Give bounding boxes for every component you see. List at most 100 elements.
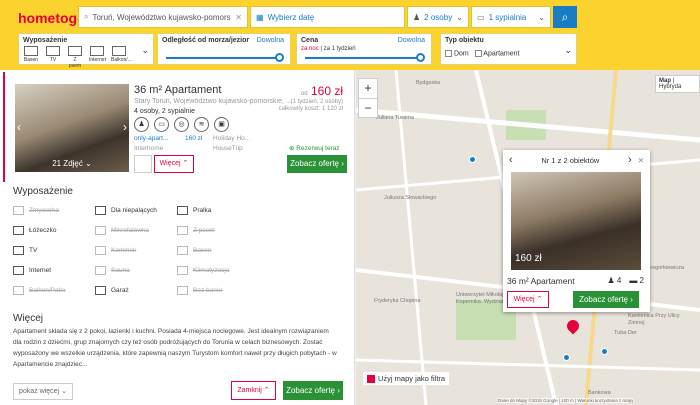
chevron-down-icon[interactable]: ⌄ xyxy=(141,45,149,56)
property-type-filter[interactable]: Typ obiektu Dom Apartament ⌄ xyxy=(440,33,577,65)
view-offer-button-bottom[interactable]: Zobacz ofertę › xyxy=(283,381,343,400)
popup-more-button[interactable]: Więcej ⌃ xyxy=(507,291,549,308)
search-button[interactable]: ⌕ xyxy=(553,6,577,28)
logo[interactable]: hometogo xyxy=(18,10,86,26)
price-unit-week[interactable]: za 1 tydzień xyxy=(324,46,356,52)
amenity-item: Mikrofalówka xyxy=(95,226,149,235)
internet-filter[interactable]: Internet xyxy=(89,46,106,63)
washer-icon: ◎ xyxy=(174,117,189,132)
chevron-down-icon: ⌄ xyxy=(538,12,545,22)
zoom-out-button[interactable]: − xyxy=(359,99,377,118)
amenities-filter[interactable]: Wyposażenie Basen TV Z psem Internet Bal… xyxy=(18,33,154,69)
show-more-button[interactable]: pokaż więcej ⌄ xyxy=(13,383,73,400)
amenity-icon xyxy=(95,266,106,275)
price-unit-night[interactable]: za noc xyxy=(301,46,319,52)
more-button[interactable]: Więcej ⌃ xyxy=(154,155,194,173)
provider-housetrip[interactable]: HouseTrip xyxy=(213,145,250,152)
slider-handle[interactable] xyxy=(275,53,284,62)
zoom-control: + − xyxy=(358,78,378,118)
amenity-item: Dla niepalących xyxy=(95,206,157,215)
chevron-right-icon[interactable]: › xyxy=(123,120,127,134)
favorite-button[interactable] xyxy=(134,155,152,173)
map-type-toggle: Map | Hybryda xyxy=(655,75,700,93)
checkbox-checked-icon xyxy=(367,374,375,383)
popup-title[interactable]: 36 m² Apartament xyxy=(507,276,575,286)
amenity-icon xyxy=(95,286,106,295)
price-filter[interactable]: Cena Dowolna za noc | za 1 tydzień xyxy=(296,33,432,65)
map-marker[interactable] xyxy=(563,354,570,361)
book-now-label[interactable]: ⊕ Rezerwuj teraz xyxy=(289,144,340,152)
tv-icon xyxy=(46,46,60,56)
view-offer-button[interactable]: Zobacz ofertę › xyxy=(287,155,347,173)
price-slider[interactable] xyxy=(305,53,425,62)
amenity-item: Klimatyzacja xyxy=(177,266,229,275)
clear-icon[interactable]: ✕ xyxy=(235,13,242,22)
amenity-icon xyxy=(13,266,24,275)
dog-icon xyxy=(68,46,82,56)
listing-photo[interactable]: ‹ › 21 Zdjęć ⌄ xyxy=(15,84,129,172)
wifi-icon xyxy=(90,46,104,56)
location-input[interactable]: ⌕ Toruń, Województwo kujawsko-pomors ✕ xyxy=(78,6,248,28)
type-house-checkbox[interactable]: Dom xyxy=(445,50,469,57)
amenity-icon xyxy=(95,206,106,215)
chevron-left-icon[interactable]: ‹ xyxy=(509,154,513,166)
tv-filter[interactable]: TV xyxy=(45,46,61,63)
calendar-icon: ▦ xyxy=(256,12,264,22)
use-map-filter-checkbox[interactable]: Użyj mapy jako filtra xyxy=(363,372,450,385)
description-heading: Więcej xyxy=(13,313,44,324)
chevron-left-icon[interactable]: ‹ xyxy=(17,120,21,134)
listing-card[interactable]: ‹ › 21 Zdjęć ⌄ 36 m² Apartament Stary To… xyxy=(3,72,353,182)
chevron-down-icon[interactable]: ⌄ xyxy=(564,45,572,56)
amenity-icon xyxy=(13,246,24,255)
amenity-item: TV xyxy=(13,246,37,255)
amenity-item: Balkon/Patio xyxy=(13,286,66,295)
close-button[interactable]: Zamknij ⌃ xyxy=(231,381,276,400)
amenity-icon xyxy=(95,226,106,235)
date-input[interactable]: ▦ Wybierz datę xyxy=(250,6,405,28)
listing-persons: 4 osoby, 2 sypialnie xyxy=(134,108,195,115)
provider-price: 160 zł xyxy=(185,135,203,142)
amenity-icon xyxy=(13,206,24,215)
close-icon[interactable]: ✕ xyxy=(638,156,644,165)
amenity-item: Zmywarka xyxy=(13,206,59,215)
amenity-item: Sauna xyxy=(95,266,130,275)
map-type-hybrid[interactable]: Hybryda xyxy=(659,84,681,90)
map-marker[interactable] xyxy=(469,156,476,163)
distance-filter[interactable]: Odległość od morza/jezior Dowolna xyxy=(157,33,291,65)
distance-slider[interactable] xyxy=(166,53,284,62)
photo-count[interactable]: 21 Zdjęć ⌄ xyxy=(15,159,129,168)
provider-interhome[interactable]: Interhome xyxy=(134,145,168,152)
slider-handle[interactable] xyxy=(416,53,425,62)
zoom-in-button[interactable]: + xyxy=(359,79,377,99)
pets-filter[interactable]: Z psem xyxy=(67,46,83,69)
listing-price: od 160 zł xyxy=(300,84,343,98)
amenity-item: Z psem xyxy=(177,226,215,235)
guests-select[interactable]: ♟ 2 osoby ⌄ xyxy=(407,6,469,28)
search-icon: ⌕ xyxy=(84,12,89,21)
bedrooms-select[interactable]: ▭ 1 sypialnia ⌄ xyxy=(471,6,551,28)
search-icon: ⌕ xyxy=(561,10,569,24)
price-note: (1 tydzień, 2 osoby) całkowity koszt: 1 1… xyxy=(278,99,343,112)
amenity-icon xyxy=(177,266,188,275)
amenities-heading: Wyposażenie xyxy=(13,186,73,197)
pool-filter[interactable]: Basen xyxy=(23,46,39,63)
provider-holiday-home[interactable]: Holiday Ho... xyxy=(213,135,250,142)
provider-only-apartments[interactable]: only-apart... xyxy=(134,135,168,142)
bed-icon: ▭ xyxy=(477,12,485,22)
amenity-icon xyxy=(177,246,188,255)
map-marker[interactable] xyxy=(601,348,608,355)
listing-title[interactable]: 36 m² Apartament xyxy=(134,84,221,96)
amenity-item: Łóżeczko xyxy=(13,226,56,235)
listing-amenity-icons: ♟ ▭ ◎ ≋ ▣ xyxy=(134,117,229,132)
popup-persons: ♟ 4 xyxy=(607,276,622,285)
chevron-down-icon: ⌄ xyxy=(456,12,463,22)
popup-photo[interactable]: 160 zł xyxy=(511,172,641,270)
amenity-icon xyxy=(13,286,24,295)
amenity-item: Pralka xyxy=(177,206,211,215)
type-apartment-checkbox[interactable]: Apartament xyxy=(474,50,519,57)
chevron-right-icon[interactable]: › xyxy=(628,154,632,166)
amenity-icon xyxy=(177,206,188,215)
map-attribution[interactable]: Dane do Mapy ©2015 Google | 100 m | Waru… xyxy=(498,398,634,403)
balcony-filter[interactable]: Balkon/... xyxy=(111,46,132,63)
popup-offer-button[interactable]: Zobacz ofertę › xyxy=(573,291,639,308)
